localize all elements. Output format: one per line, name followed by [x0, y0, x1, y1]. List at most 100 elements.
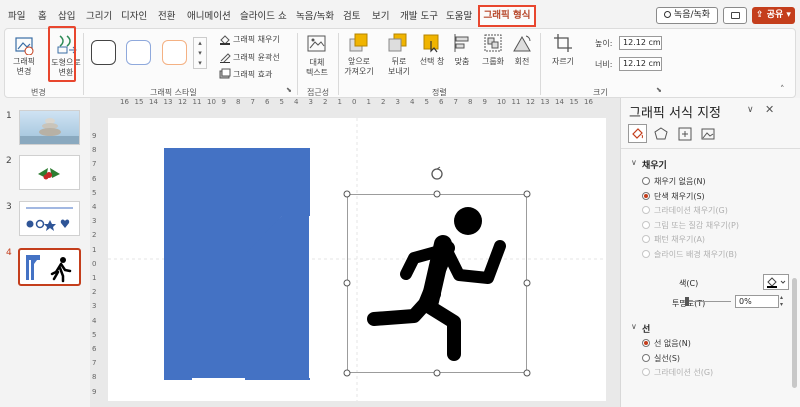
effects-tab[interactable] [653, 126, 669, 145]
line-section-chevron-icon[interactable]: ∨ [631, 322, 637, 331]
fill-option-label[interactable]: 채우기 없음(N) [654, 176, 706, 187]
fill-option-label[interactable]: 단색 채우기(S) [654, 191, 705, 202]
ruler-tick-label: 5 [424, 98, 429, 106]
group-styles-label: 그래픽 스타일 [150, 88, 197, 97]
menu-design[interactable]: 디자인 [121, 8, 147, 22]
transparency-spinner-icon[interactable]: ▴ ▾ [780, 294, 783, 308]
transparency-input[interactable]: 0% [735, 295, 779, 308]
ruler-tick-label: 3 [92, 217, 97, 226]
menu-animations[interactable]: 애니메이션 [187, 8, 231, 22]
rotate-handle-icon[interactable] [431, 166, 443, 180]
picture-tab[interactable] [700, 126, 716, 145]
slide-thumbnail-2[interactable] [19, 155, 80, 190]
style-preset-orange[interactable] [162, 40, 187, 65]
menu-slideshow[interactable]: 슬라이드 쇼 [240, 8, 287, 22]
fill-option-radio[interactable] [642, 177, 650, 185]
graphic-fill-button[interactable]: 그래픽 채우기 [233, 34, 280, 45]
height-input[interactable]: 12.12 cm [619, 36, 662, 50]
menu-help[interactable]: 도움말 [446, 8, 472, 22]
menu-review[interactable]: 검토 [343, 8, 360, 22]
align-icon[interactable] [453, 33, 473, 56]
ruler-tick-label: 9 [482, 98, 487, 106]
group-icon[interactable] [483, 33, 503, 56]
pane-scrollbar[interactable] [792, 278, 797, 388]
crop-button[interactable]: 자르기 [547, 56, 579, 67]
group-button[interactable]: 그룹화 [479, 56, 507, 67]
ruler-tick-label: 7 [250, 98, 255, 106]
line-section-header[interactable]: 선 [642, 322, 650, 335]
send-backward-icon[interactable] [388, 33, 408, 56]
line-option-label[interactable]: 선 없음(N) [654, 338, 691, 349]
width-label: 너비: [595, 60, 613, 69]
ruler-tick-label: 15 [569, 98, 579, 106]
menu-draw[interactable]: 그리기 [86, 8, 112, 22]
comment-button[interactable] [723, 7, 747, 24]
slide-number: 2 [6, 156, 12, 166]
fill-section-header[interactable]: 채우기 [642, 158, 667, 171]
runner-graphic[interactable] [340, 164, 536, 380]
share-icon: ⇪ [756, 10, 764, 20]
crop-icon[interactable] [553, 33, 573, 56]
rotate-button[interactable]: 회전 [509, 56, 535, 67]
alt-text-label-2[interactable]: 텍스트 [301, 67, 333, 78]
divider [297, 33, 298, 95]
fill-section-chevron-icon[interactable]: ∨ [631, 158, 637, 167]
rotate-icon[interactable] [512, 33, 532, 56]
graphic-effects-button[interactable]: 그래픽 효과 [233, 69, 272, 80]
transparency-slider[interactable] [687, 301, 731, 302]
ruler-tick-label: 11 [511, 98, 521, 106]
change-graphic-icon[interactable] [14, 35, 36, 58]
divider [540, 33, 541, 95]
fill-color-picker[interactable] [763, 274, 789, 290]
share-button[interactable]: ⇪ 공유 ▾ [752, 7, 795, 24]
menu-record[interactable]: 녹음/녹화 [296, 8, 334, 22]
fill-line-tab[interactable] [628, 124, 647, 143]
menu-insert[interactable]: 삽입 [58, 8, 75, 22]
styles-launcher-icon[interactable]: ⬊ [286, 86, 292, 94]
style-preset-dark[interactable] [91, 40, 116, 65]
send-backward-label-2[interactable]: 보내기 [379, 66, 419, 77]
size-properties-tab[interactable] [677, 126, 693, 145]
bring-forward-label-2[interactable]: 가져오기 [337, 66, 381, 77]
pane-options-icon[interactable]: ∨ [747, 105, 754, 115]
fill-option-label: 패턴 채우기(A) [654, 235, 706, 244]
record-button[interactable]: 녹음/녹화 [656, 7, 718, 24]
ruler-tick-label: 8 [468, 98, 473, 106]
close-icon[interactable]: ✕ [765, 103, 774, 116]
graphic-outline-button[interactable]: 그래픽 윤곽선 [233, 52, 280, 63]
line-option-radio[interactable] [642, 353, 650, 362]
bring-forward-icon[interactable] [349, 33, 369, 56]
menu-developer[interactable]: 개발 도구 [400, 8, 438, 22]
fill-option-radio [642, 249, 650, 258]
change-graphic-button[interactable]: 그래픽 변경 [11, 57, 37, 77]
ruler-tick-label: 5 [92, 330, 97, 339]
transparency-slider-thumb[interactable] [685, 297, 689, 306]
record-icon [663, 11, 671, 18]
ruler-tick-label: 14 [149, 98, 158, 106]
group-size-label: 크기 [593, 88, 608, 97]
alt-text-icon[interactable] [307, 35, 327, 56]
tab-graphic-format[interactable]: 그래픽 형식 [478, 5, 536, 27]
align-button[interactable]: 맞춤 [449, 56, 475, 67]
line-option-label[interactable]: 실선(S) [654, 353, 680, 364]
menu-view[interactable]: 보기 [372, 8, 389, 22]
size-launcher-icon[interactable]: ⬊ [656, 86, 662, 94]
slide-thumbnail-1[interactable] [19, 110, 80, 145]
selection-pane-icon[interactable] [422, 33, 442, 56]
fill-option-radio[interactable] [642, 191, 650, 200]
ribbon-collapse-icon[interactable]: ˄ [780, 85, 785, 95]
menu-transitions[interactable]: 전환 [158, 8, 175, 22]
menu-file[interactable]: 파일 [8, 8, 25, 22]
slide-thumbnail-4[interactable] [18, 248, 81, 286]
style-preset-blue[interactable] [126, 40, 151, 65]
ruler-tick-label: 6 [265, 98, 270, 106]
menu-home[interactable]: 홈 [38, 8, 47, 22]
ruler-tick-label: 9 [92, 132, 97, 140]
paint-bucket-icon [767, 277, 786, 288]
width-input[interactable]: 12.12 cm [619, 57, 662, 71]
pane-title: 그래픽 서식 지정 [629, 106, 721, 121]
style-gallery-more-icon[interactable]: ▴ ▾ ▾ [193, 37, 207, 69]
selection-pane-button[interactable]: 선택 창 [417, 56, 447, 67]
slide-thumbnail-3[interactable] [19, 201, 80, 236]
line-option-radio[interactable] [642, 339, 650, 347]
